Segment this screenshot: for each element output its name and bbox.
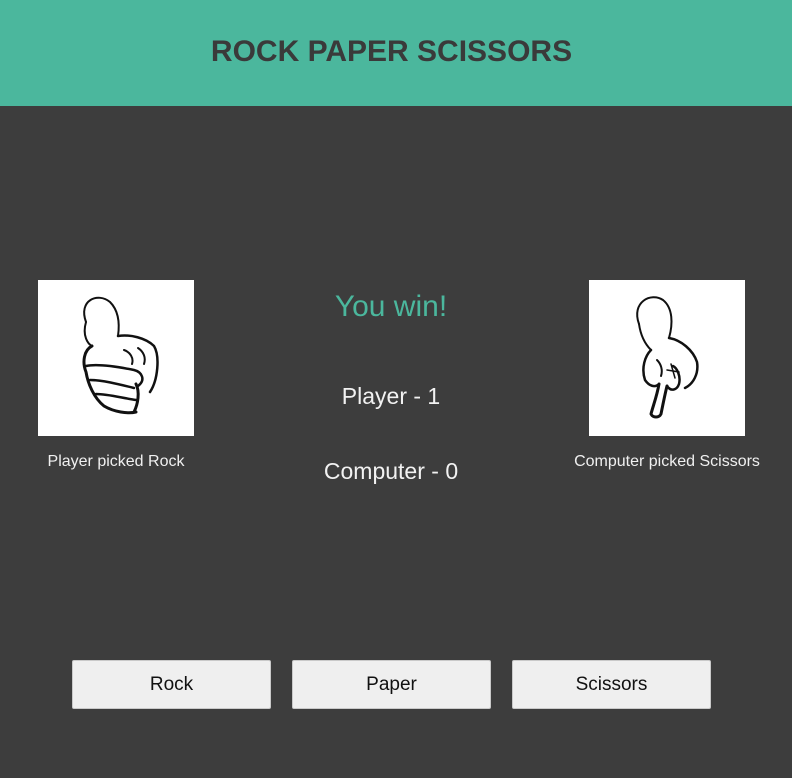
computer-score: Computer - 0 [323, 458, 459, 484]
scissors-hand-icon [636, 296, 699, 419]
scissors-button[interactable]: Scissors [512, 660, 711, 709]
computer-pick-caption: Computer picked Scissors [574, 453, 760, 470]
page-title: ROCK PAPER SCISSORS [210, 35, 573, 68]
header-bar: ROCK PAPER SCISSORS [0, 0, 792, 106]
result-message: You win! [334, 290, 448, 323]
player-score: Player - 1 [341, 383, 441, 409]
rock-button[interactable]: Rock [72, 660, 271, 709]
player-choice-image [38, 280, 194, 436]
paper-button[interactable]: Paper [292, 660, 491, 709]
computer-choice-image [589, 280, 745, 436]
rock-hand-icon [82, 296, 159, 415]
player-pick-caption: Player picked Rock [47, 453, 185, 470]
